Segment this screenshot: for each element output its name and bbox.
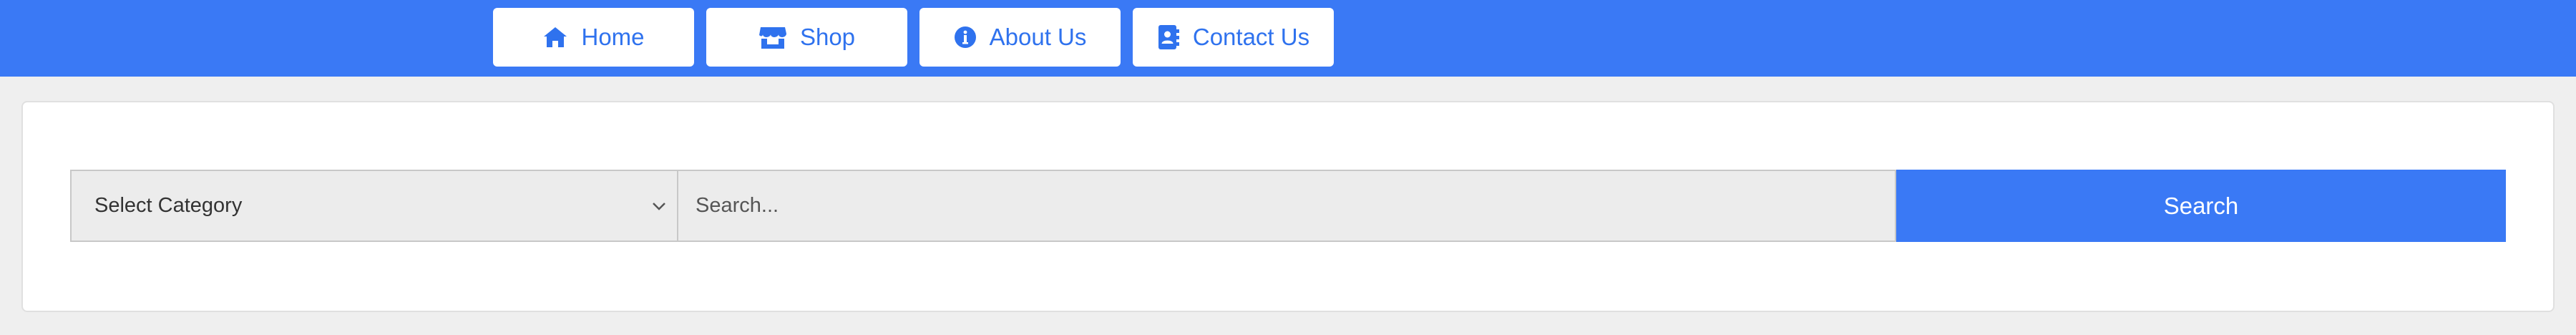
- search-form: Select Category Search... Search: [70, 170, 2506, 242]
- search-input[interactable]: Search...: [678, 170, 1896, 242]
- info-icon: [954, 26, 977, 49]
- store-icon: [758, 25, 787, 49]
- main-nav: Home Shop About Us Contact Us: [493, 8, 1334, 67]
- nav-about-button[interactable]: About Us: [919, 8, 1121, 67]
- search-button[interactable]: Search: [1896, 170, 2506, 242]
- nav-home-label: Home: [581, 24, 645, 50]
- nav-home-button[interactable]: Home: [493, 8, 694, 67]
- chevron-down-icon: [650, 201, 668, 211]
- nav-shop-label: Shop: [799, 24, 856, 50]
- home-icon: [542, 26, 568, 49]
- contact-book-icon: [1157, 24, 1180, 50]
- search-button-label: Search: [2163, 192, 2239, 219]
- nav-shop-button[interactable]: Shop: [706, 8, 907, 67]
- nav-contact-button[interactable]: Contact Us: [1133, 8, 1334, 67]
- top-nav-bar: Home Shop About Us Contact Us: [0, 0, 2576, 77]
- nav-contact-label: Contact Us: [1192, 24, 1310, 50]
- category-select[interactable]: Select Category: [70, 170, 678, 242]
- nav-about-label: About Us: [989, 24, 1087, 50]
- search-placeholder: Search...: [696, 194, 779, 217]
- category-select-label: Select Category: [94, 194, 243, 217]
